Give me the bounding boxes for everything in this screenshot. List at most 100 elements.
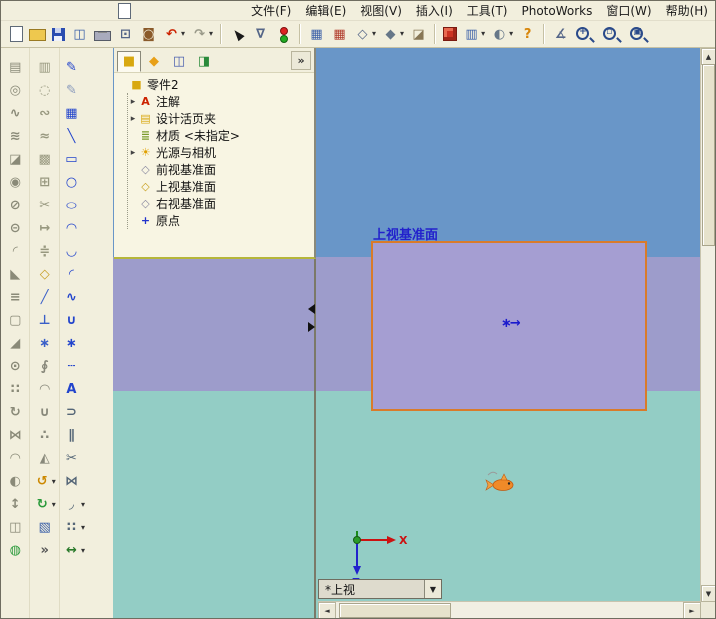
addins-tab[interactable]: ◨: [192, 51, 216, 72]
coordinate-system-button[interactable]: ⊥: [36, 309, 53, 332]
sketch-fillet-caret-icon[interactable]: ▾: [81, 500, 85, 509]
linear-sketch-pattern-caret-icon[interactable]: ▾: [81, 523, 85, 532]
panel-expand-button[interactable]: »: [291, 51, 311, 70]
material-editor-button[interactable]: ▦: [329, 21, 350, 47]
featuremanager-tab[interactable]: ■: [117, 50, 141, 72]
sketch-parabola-button[interactable]: ∪: [63, 309, 80, 332]
split-button[interactable]: ◫: [7, 516, 24, 539]
scroll-up-button[interactable]: ▲: [701, 48, 715, 65]
smart-dimension-caret-icon[interactable]: ▾: [81, 546, 85, 555]
swept-boss-button[interactable]: ∿: [7, 102, 24, 125]
lighting-caret-icon[interactable]: ▾: [509, 30, 513, 38]
fillet-button[interactable]: ◜: [7, 240, 24, 263]
trim-surface-button[interactable]: ✂: [36, 194, 53, 217]
panel-splitter-handle[interactable]: [306, 304, 317, 332]
view-combo-dropdown-button[interactable]: ▼: [424, 580, 441, 598]
sketch-point-button[interactable]: ∗: [63, 332, 80, 355]
display-style-button[interactable]: ◆ ▾: [380, 21, 406, 47]
extruded-cut-button[interactable]: ◪: [7, 148, 24, 171]
sketch-spline-button[interactable]: ∿: [63, 286, 80, 309]
print-button[interactable]: [92, 21, 113, 47]
zoom-to-fit-button[interactable]: ▣: [627, 21, 652, 47]
expand-arrow-icon[interactable]: ▸: [128, 114, 138, 124]
view-orientation-combo[interactable]: *上视 ▼: [318, 579, 442, 599]
scale-button[interactable]: ↕: [7, 493, 24, 516]
make-drawing-from-part-button[interactable]: ◫: [69, 21, 90, 47]
extruded-surface-button[interactable]: ▥: [36, 56, 53, 79]
new-document-button[interactable]: [8, 21, 25, 47]
linear-sketch-pattern-button[interactable]: ∷ ▾: [63, 516, 85, 539]
circular-pattern-button[interactable]: ↻: [7, 401, 24, 424]
mirror-feature-button[interactable]: ⋈: [7, 424, 24, 447]
menu-tools[interactable]: 工具(T): [460, 2, 515, 20]
curve-through-points-button[interactable]: ∴: [36, 424, 53, 447]
mirror-entities-button[interactable]: ⋈: [63, 470, 80, 493]
sketch-rectangle-button[interactable]: ▭: [63, 148, 80, 171]
sketch-grid-button[interactable]: ▦: [63, 102, 80, 125]
sketch-button[interactable]: ✎: [63, 56, 80, 79]
sketch-text-button[interactable]: A: [63, 378, 80, 401]
offset-surface-button[interactable]: ≑: [36, 240, 53, 263]
horizontal-scrollbar[interactable]: ◄ ►: [318, 601, 701, 618]
lofted-surface-button[interactable]: ≈: [36, 125, 53, 148]
view-orientation-caret-icon[interactable]: ▾: [372, 30, 376, 38]
section-view-button[interactable]: ◪: [408, 21, 429, 47]
offset-entities-button[interactable]: ∥: [63, 424, 80, 447]
select-button[interactable]: [227, 21, 248, 47]
knit-surface-button[interactable]: ⊞: [36, 171, 53, 194]
vertical-scroll-thumb[interactable]: [702, 64, 715, 246]
standard-views-caret-icon[interactable]: ▾: [481, 30, 485, 38]
three-point-arc-button[interactable]: ◜: [63, 263, 80, 286]
extend-surface-button[interactable]: ↦: [36, 217, 53, 240]
texture-button[interactable]: ▧: [36, 516, 53, 539]
pan-view-caret-icon[interactable]: ▾: [52, 500, 56, 509]
rotate-view-caret-icon[interactable]: ▾: [52, 477, 56, 486]
tree-item-top-plane[interactable]: ◇ 上视基准面: [128, 178, 314, 195]
menu-edit[interactable]: 编辑(E): [298, 2, 353, 20]
zoom-in-button[interactable]: +: [573, 21, 598, 47]
standard-views-button[interactable]: ▥ ▾: [461, 21, 487, 47]
save-button[interactable]: [50, 21, 67, 47]
tree-item-material[interactable]: ≣ 材质 <未指定>: [128, 127, 314, 144]
composite-curve-button[interactable]: ∪: [36, 401, 53, 424]
planar-surface-button[interactable]: ▩: [36, 148, 53, 171]
shape-feature-button[interactable]: ◐: [7, 470, 24, 493]
lighting-button[interactable]: ◐ ▾: [489, 21, 515, 47]
join-button[interactable]: ◍: [7, 539, 24, 562]
propertymanager-tab[interactable]: ◆: [142, 51, 166, 72]
convert-entities-button[interactable]: ⊃: [63, 401, 80, 424]
sketch-ellipse-button[interactable]: ○: [63, 194, 80, 217]
vertical-scrollbar[interactable]: ▲ ▼: [700, 48, 715, 602]
hole-wizard-button[interactable]: ⊙: [7, 355, 24, 378]
sketch-fillet-button[interactable]: ◞ ▾: [63, 493, 85, 516]
view-orientation-button[interactable]: ◇ ▾: [352, 21, 378, 47]
rib-button[interactable]: ≡: [7, 286, 24, 309]
configurationmanager-tab[interactable]: ◫: [167, 51, 191, 72]
tree-item-lights-cameras[interactable]: ▸ ☀ 光源与相机: [128, 144, 314, 161]
undo-button[interactable]: ↶ ▾: [161, 21, 187, 47]
photoworks-render-button[interactable]: ◙: [138, 21, 159, 47]
tree-item-design-binder[interactable]: ▸ ▤ 设计活页夹: [128, 110, 314, 127]
selection-filter-button[interactable]: ∇: [250, 21, 271, 47]
trim-entities-button[interactable]: ✂: [63, 447, 80, 470]
sketch-circle-button[interactable]: ○: [63, 171, 80, 194]
reference-point-button[interactable]: ∗: [36, 332, 53, 355]
grid-settings-button[interactable]: ▦: [306, 21, 327, 47]
revolved-surface-button[interactable]: ◌: [36, 79, 53, 102]
help-button[interactable]: ?: [517, 21, 538, 47]
tree-root-part[interactable]: ■ 零件2: [119, 76, 314, 93]
smart-dimension-button[interactable]: ↔ ▾: [63, 539, 85, 562]
measure-button[interactable]: ∡: [550, 21, 571, 47]
tree-item-right-plane[interactable]: ◇ 右视基准面: [128, 195, 314, 212]
menu-window[interactable]: 窗口(W): [599, 2, 658, 20]
expand-arrow-icon[interactable]: ▸: [128, 148, 138, 158]
shell-button[interactable]: ▢: [7, 309, 24, 332]
toolbar-more-button[interactable]: »: [36, 539, 53, 562]
scroll-left-button[interactable]: ◄: [318, 602, 336, 618]
sketch-line-button[interactable]: ╲: [63, 125, 80, 148]
tree-item-origin[interactable]: + 原点: [128, 212, 314, 229]
scroll-right-button[interactable]: ►: [683, 602, 701, 618]
redo-button[interactable]: ↷ ▾: [189, 21, 215, 47]
lofted-boss-button[interactable]: ≋: [7, 125, 24, 148]
helix-curve-button[interactable]: ∮: [36, 355, 53, 378]
